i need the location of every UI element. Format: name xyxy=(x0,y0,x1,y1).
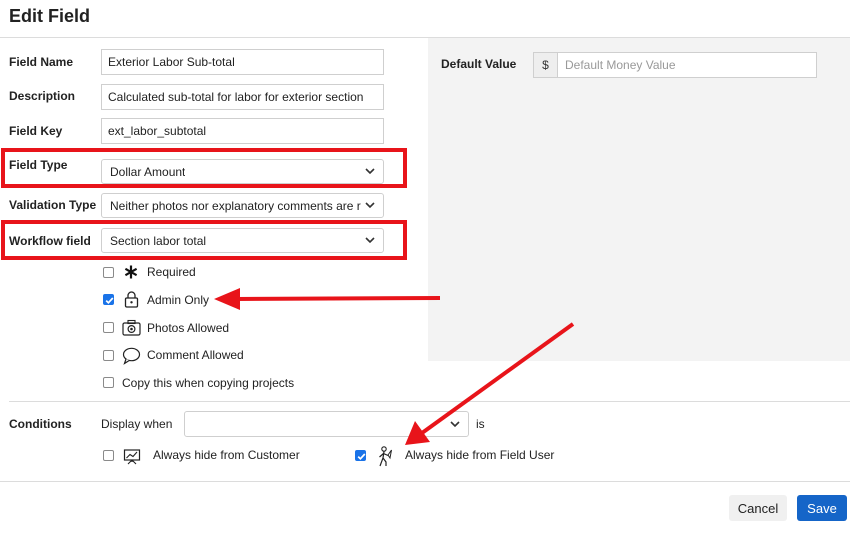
validation-type-label: Validation Type xyxy=(9,198,97,212)
presentation-chart-icon xyxy=(123,449,141,465)
validation-type-select[interactable]: Neither photos nor explanatory comments … xyxy=(101,193,384,218)
comment-bubble-icon xyxy=(122,347,141,365)
workflow-field-select[interactable]: Section labor total xyxy=(101,228,384,253)
comment-allowed-label: Comment Allowed xyxy=(147,348,244,362)
hide-from-field-user-label: Always hide from Field User xyxy=(405,448,555,462)
photos-allowed-checkbox[interactable] xyxy=(103,322,114,333)
field-worker-icon xyxy=(379,446,392,467)
hide-from-customer-label: Always hide from Customer xyxy=(153,448,300,462)
camera-icon xyxy=(122,319,141,336)
display-when-select[interactable] xyxy=(184,411,469,437)
display-when-label: Display when xyxy=(101,417,173,431)
copy-when-copying-checkbox[interactable] xyxy=(103,377,114,388)
description-label: Description xyxy=(9,89,76,103)
hide-from-customer-checkbox[interactable] xyxy=(103,450,114,461)
field-key-label: Field Key xyxy=(9,124,63,138)
default-value-label: Default Value xyxy=(441,57,517,71)
lock-icon xyxy=(124,291,139,308)
conditions-label: Conditions xyxy=(9,417,72,431)
field-key-input[interactable] xyxy=(101,118,384,144)
cancel-button[interactable]: Cancel xyxy=(729,495,787,521)
copy-when-copying-label: Copy this when copying projects xyxy=(122,376,295,390)
required-label: Required xyxy=(147,265,196,279)
field-name-input[interactable] xyxy=(101,49,384,75)
workflow-field-value: Section labor total xyxy=(110,233,207,248)
is-label: is xyxy=(476,417,485,431)
default-value-panel xyxy=(428,38,850,361)
save-button[interactable]: Save xyxy=(797,495,847,521)
admin-only-checkbox[interactable] xyxy=(103,294,114,305)
arrow-to-admin-only xyxy=(214,288,441,310)
default-money-input[interactable] xyxy=(558,53,816,77)
admin-only-label: Admin Only xyxy=(147,293,210,307)
chevron-down-icon xyxy=(365,168,375,175)
required-checkbox[interactable] xyxy=(103,267,114,278)
chevron-down-icon xyxy=(450,420,460,427)
field-type-label: Field Type xyxy=(9,158,68,172)
conditions-divider xyxy=(9,401,850,402)
photos-allowed-label: Photos Allowed xyxy=(147,321,230,335)
field-type-value: Dollar Amount xyxy=(110,164,186,179)
currency-addon: $ xyxy=(534,53,558,77)
validation-type-value: Neither photos nor explanatory comments … xyxy=(110,198,361,213)
chevron-down-icon xyxy=(365,237,375,244)
description-input[interactable] xyxy=(101,84,384,110)
hide-from-field-user-checkbox[interactable] xyxy=(355,450,366,461)
footer-divider xyxy=(0,481,850,482)
field-type-select[interactable]: Dollar Amount xyxy=(101,159,384,184)
comment-allowed-checkbox[interactable] xyxy=(103,350,114,361)
field-name-label: Field Name xyxy=(9,55,74,69)
dialog-title: Edit Field xyxy=(9,6,90,26)
workflow-field-label: Workflow field xyxy=(9,234,91,248)
chevron-down-icon xyxy=(365,202,375,209)
asterisk-icon xyxy=(124,265,138,279)
default-value-field: $ xyxy=(533,52,817,78)
